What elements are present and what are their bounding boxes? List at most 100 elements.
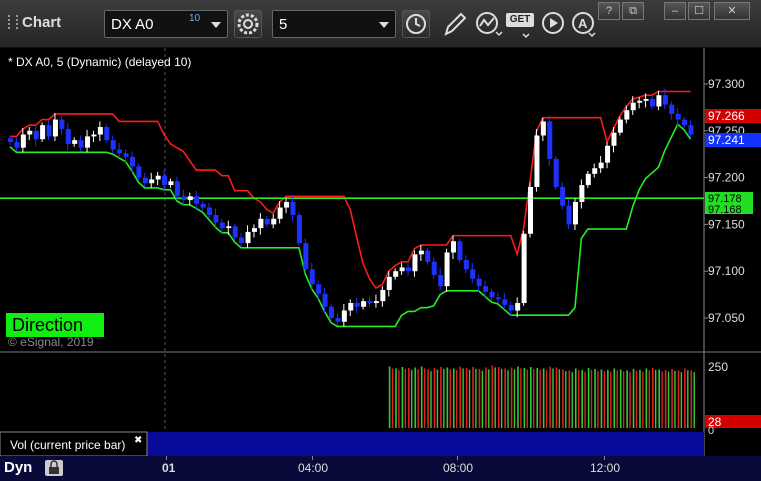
candle-body: [611, 132, 617, 146]
candle-body: [110, 140, 116, 150]
candle-body: [72, 140, 78, 144]
candle-body: [40, 125, 46, 140]
candle-body: [162, 175, 168, 186]
volume-bar: [648, 370, 650, 428]
candle-body: [251, 228, 257, 232]
volume-bar: [427, 369, 429, 428]
volume-bar: [549, 366, 551, 428]
candle-body: [438, 274, 444, 287]
candle-body: [155, 175, 161, 180]
volume-bar: [571, 372, 573, 428]
app-title-text: Chart: [22, 14, 62, 31]
volume-bar: [459, 366, 461, 428]
candle-body: [566, 205, 572, 225]
candle-body: [335, 318, 341, 322]
lock-icon[interactable]: [44, 459, 64, 477]
candle-body: [399, 267, 405, 272]
candle-body: [52, 119, 58, 137]
volume-bar: [603, 371, 606, 428]
chart-header: * DX A0, 5 (Dynamic) (delayed 10): [8, 55, 191, 69]
candle-body: [431, 261, 437, 275]
candle-body: [341, 310, 347, 322]
candle-body: [104, 127, 110, 141]
volume-bar: [517, 366, 519, 428]
maximize-button[interactable]: ☐: [688, 2, 710, 20]
candle-body: [624, 110, 630, 120]
volume-bar: [401, 367, 404, 428]
volume-bar: [684, 368, 686, 428]
volume-bar: [687, 370, 689, 428]
close-icon[interactable]: ✖: [134, 435, 142, 446]
volume-bar: [600, 369, 603, 428]
interval-select[interactable]: 5: [272, 10, 396, 38]
volume-bar: [391, 368, 394, 428]
candle-body: [46, 125, 52, 137]
candle-body: [149, 179, 155, 184]
volume-bar: [642, 371, 644, 428]
volume-bar: [565, 371, 567, 428]
alert-icon[interactable]: A: [570, 10, 598, 38]
chevron-down-icon: [522, 33, 530, 39]
chart-area[interactable]: 97.30097.25097.20097.15097.10097.050 * D…: [0, 48, 761, 456]
direction-label: Direction: [12, 315, 83, 335]
volume-bar: [504, 368, 506, 428]
chevron-down-icon[interactable]: [211, 22, 221, 28]
candle-body: [688, 125, 694, 135]
candle-body: [508, 304, 514, 311]
volume-bar: [452, 368, 455, 428]
candle-body: [540, 121, 546, 136]
volume-bar: [562, 369, 564, 428]
candle-body: [682, 119, 688, 126]
help-button[interactable]: ?: [598, 2, 620, 20]
minimize-button[interactable]: –: [664, 2, 686, 20]
volume-bar: [542, 368, 545, 428]
volume-bar: [536, 367, 539, 428]
candle-body: [213, 215, 219, 223]
candle-body: [470, 269, 476, 279]
candle-body: [142, 177, 148, 184]
volume-bar: [597, 370, 599, 428]
x-tick-mark: [312, 456, 313, 460]
candle-body: [617, 119, 623, 133]
candle-body: [309, 269, 315, 285]
volume-bar: [478, 368, 481, 428]
volume-bar: [584, 371, 586, 428]
gear-button[interactable]: [234, 10, 262, 38]
volume-bar: [433, 367, 436, 428]
candle-body: [560, 186, 566, 206]
candle-body: [380, 289, 386, 302]
candle-body: [463, 259, 469, 270]
candle-body: [65, 128, 71, 144]
volume-bar: [491, 365, 494, 428]
volume-bar: [667, 371, 670, 428]
candle-body: [418, 250, 424, 255]
chevron-down-icon[interactable]: [379, 22, 389, 28]
volume-bar: [671, 368, 673, 428]
candle-body: [187, 196, 193, 201]
volume-bar: [404, 368, 407, 428]
volume-bar: [639, 369, 641, 428]
candle-body: [194, 196, 200, 204]
pencil-icon[interactable]: [440, 10, 470, 38]
candle-body: [373, 301, 379, 304]
get-data-button[interactable]: GET: [506, 13, 534, 39]
volume-bar: [613, 368, 616, 428]
volume-bar: [680, 372, 683, 428]
grip-icon[interactable]: [8, 15, 18, 29]
link-button[interactable]: ⧉: [622, 2, 644, 20]
volume-bar: [632, 368, 635, 428]
volume-bar: [577, 370, 580, 428]
volume-bar: [449, 369, 451, 428]
symbol-input[interactable]: DX A0 10: [104, 10, 228, 38]
study-icon[interactable]: [474, 10, 504, 38]
volume-bar: [485, 367, 487, 428]
volume-bar: [587, 367, 590, 428]
volume-bar: [552, 368, 554, 428]
clock-button[interactable]: [402, 10, 430, 38]
candle-body: [290, 201, 296, 216]
play-icon[interactable]: [540, 10, 568, 38]
candle-body: [502, 299, 508, 305]
close-button[interactable]: ✕: [714, 2, 750, 20]
toolbar: Chart DX A0 10 5 GET A ? ⧉ – ☐ ✕: [0, 0, 761, 48]
interval-value: 5: [279, 16, 288, 33]
